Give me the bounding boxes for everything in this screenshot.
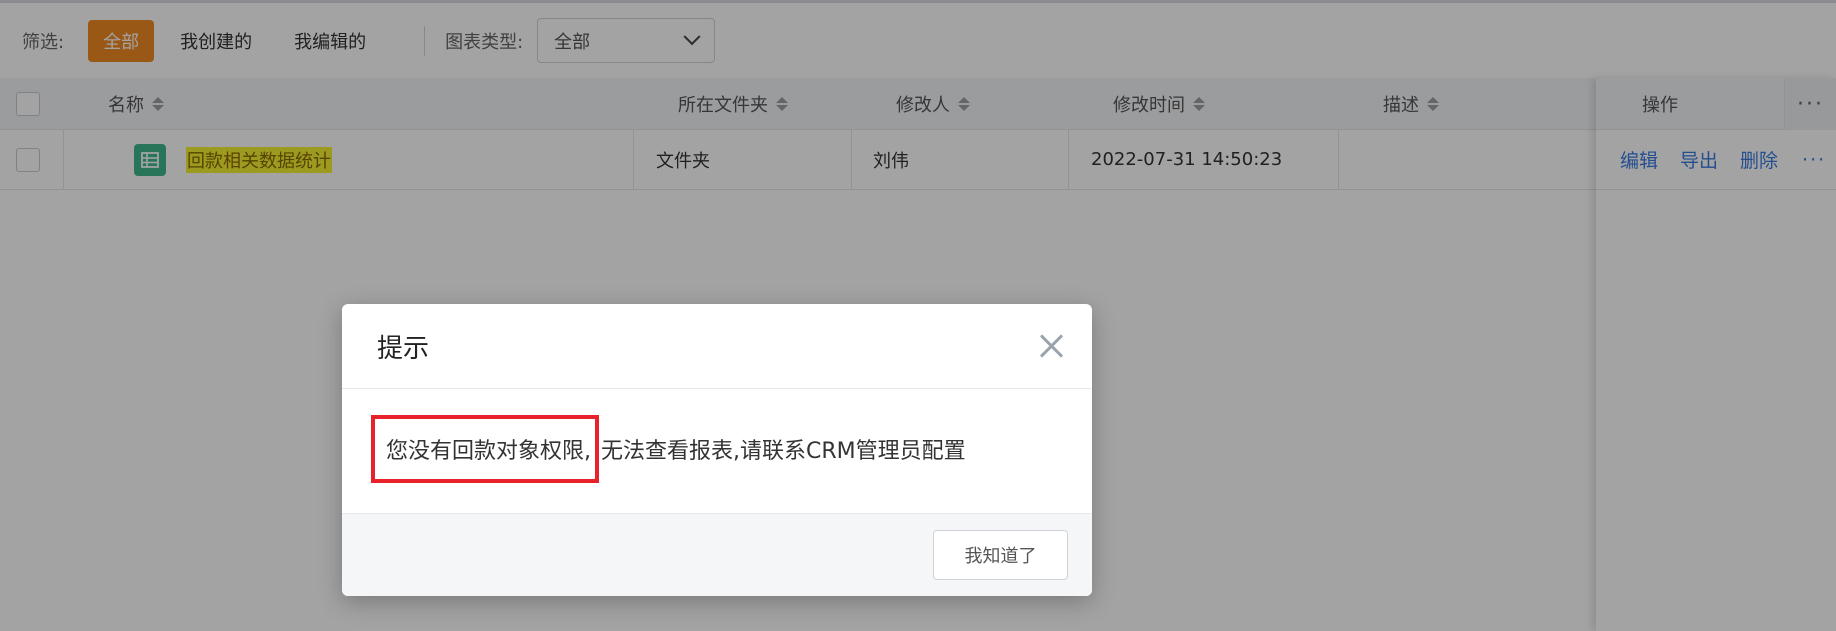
- acknowledge-button[interactable]: 我知道了: [933, 530, 1068, 580]
- dialog-footer: 我知道了: [342, 513, 1092, 596]
- dialog-body: 您没有回款对象权限, 无法查看报表,请联系CRM管理员配置: [342, 389, 1092, 513]
- permission-dialog: 提示 您没有回款对象权限, 无法查看报表,请联系CRM管理员配置 我知道了: [342, 304, 1092, 596]
- dialog-title: 提示: [377, 333, 430, 364]
- dialog-message: 无法查看报表,请联系CRM管理员配置: [601, 439, 966, 464]
- highlighted-message: 您没有回款对象权限,: [371, 415, 599, 483]
- dialog-header: 提示: [342, 304, 1092, 389]
- close-icon[interactable]: [1038, 333, 1064, 359]
